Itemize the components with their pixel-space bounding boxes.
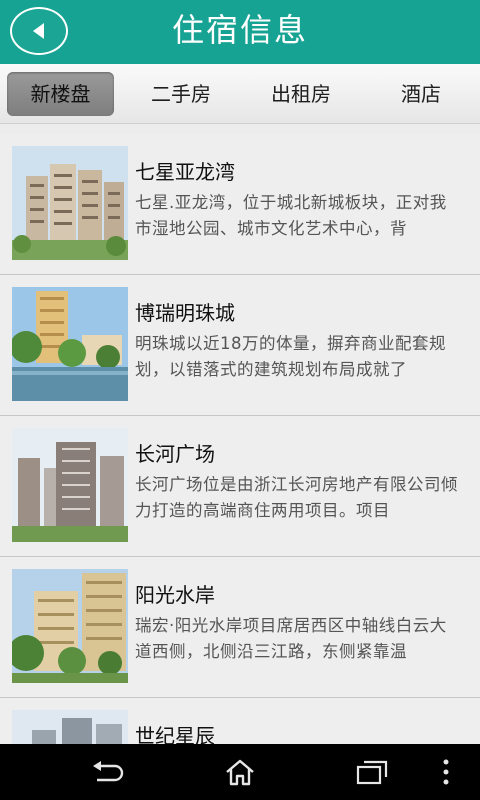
menu-icon (443, 759, 449, 785)
category-tabs: 新楼盘 二手房 出租房 酒店 (0, 64, 480, 124)
nav-back-button[interactable] (78, 752, 138, 792)
list-item[interactable]: 长河广场 长河广场位是由浙江长河房地产有限公司倾力打造的高端商住两用项目。项目 (0, 416, 480, 557)
listing-thumbnail (12, 710, 128, 744)
listing-title: 阳光水岸 (135, 583, 215, 607)
list-item[interactable]: 世纪星辰 (0, 698, 480, 744)
tab-new-homes[interactable]: 新楼盘 (7, 72, 114, 116)
tab-second-hand[interactable]: 二手房 (126, 72, 236, 116)
listing-description: 明珠城以近18万的体量，摒弃商业配套规划，以错落式的建筑规划布局成就了 (135, 334, 446, 379)
nav-menu-button[interactable] (426, 752, 466, 792)
listing-title: 七星亚龙湾 (135, 160, 235, 184)
back-icon (93, 761, 124, 782)
nav-recent-apps-button[interactable] (342, 752, 402, 792)
listing-thumbnail (12, 146, 128, 260)
tab-rental[interactable]: 出租房 (246, 72, 356, 116)
listing-thumbnail (12, 569, 128, 683)
list-item[interactable]: 七星亚龙湾 七星.亚龙湾，位于城北新城板块，正对我市湿地公园、城市文化艺术中心，… (0, 134, 480, 275)
listing-description: 长河广场位是由浙江长河房地产有限公司倾力打造的高端商住两用项目。项目 (135, 475, 458, 520)
listing-list: 七星亚龙湾 七星.亚龙湾，位于城北新城板块，正对我市湿地公园、城市文化艺术中心，… (0, 124, 480, 744)
listing-description: 七星.亚龙湾，位于城北新城板块，正对我市湿地公园、城市文化艺术中心，背 (135, 193, 447, 238)
recent-apps-icon (356, 760, 388, 785)
list-item[interactable]: 阳光水岸 瑞宏·阳光水岸项目席居西区中轴线白云大道西侧，北侧沿三江路，东侧紧靠温 (0, 557, 480, 698)
system-nav-bar (0, 744, 480, 800)
nav-home-button[interactable] (210, 752, 270, 792)
home-icon (226, 759, 254, 786)
listing-title: 世纪星辰 (135, 724, 215, 744)
page-title: 住宿信息 (171, 11, 308, 49)
listing-title: 长河广场 (135, 442, 215, 466)
listing-description: 瑞宏·阳光水岸项目席居西区中轴线白云大道西侧，北侧沿三江路，东侧紧靠温 (135, 616, 447, 661)
list-item[interactable]: 博瑞明珠城 明珠城以近18万的体量，摒弃商业配套规划，以错落式的建筑规划布局成就… (0, 275, 480, 416)
listing-title: 博瑞明珠城 (135, 301, 235, 325)
app-header: 住宿信息 (0, 0, 480, 64)
listing-thumbnail (12, 428, 128, 542)
listing-thumbnail (12, 287, 128, 401)
tab-hotel[interactable]: 酒店 (366, 72, 476, 116)
